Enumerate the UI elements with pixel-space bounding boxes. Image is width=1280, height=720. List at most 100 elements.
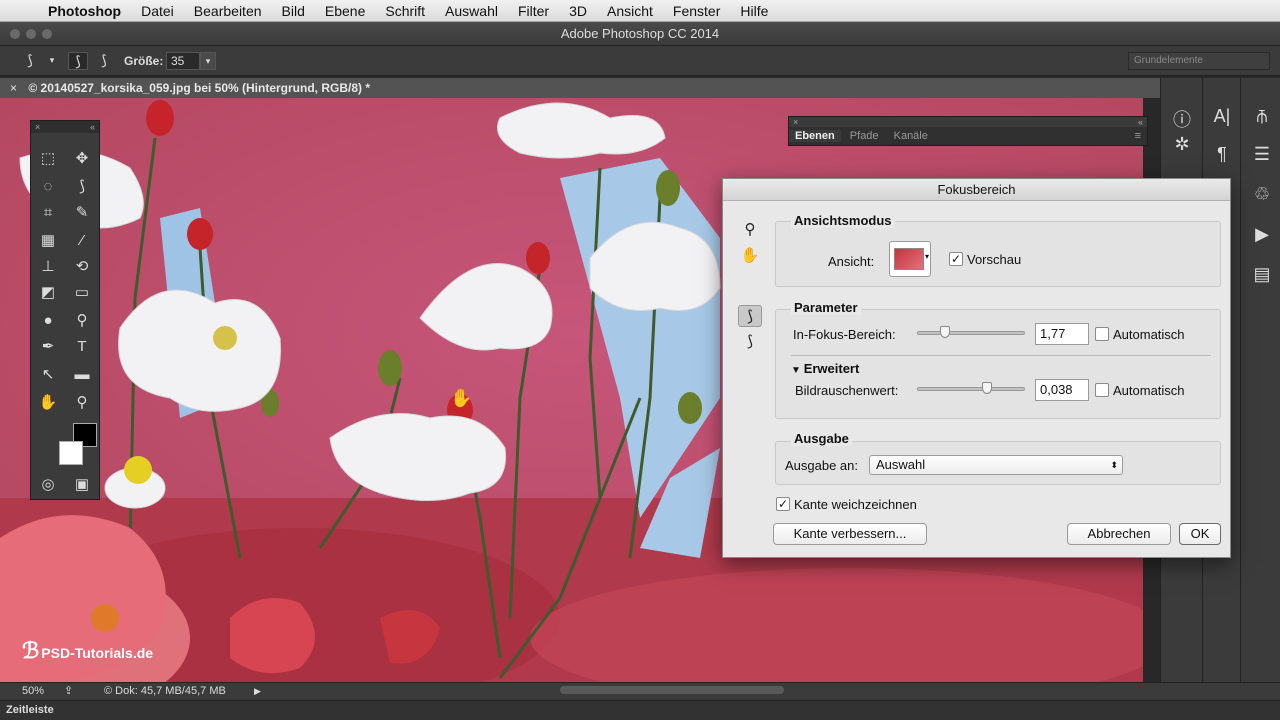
add-to-selection-brush-icon[interactable]: ⟆ [68, 52, 88, 70]
menu-bearbeiten[interactable]: Bearbeiten [194, 3, 262, 19]
gradient-tool-icon[interactable]: ▭ [71, 283, 93, 303]
lasso-tool-icon[interactable]: ◌ [37, 177, 59, 197]
character-icon[interactable]: A| [1207, 106, 1237, 127]
ok-button[interactable]: OK [1179, 523, 1221, 545]
menu-filter[interactable]: Filter [518, 3, 549, 19]
hand-tool-icon[interactable]: ✋ [37, 393, 59, 413]
noise-level-slider-knob[interactable] [981, 382, 992, 394]
menu-3d[interactable]: 3D [569, 3, 587, 19]
in-focus-auto-checkbox[interactable] [1095, 327, 1109, 341]
tools-panel-header[interactable]: × « [31, 121, 99, 133]
menu-ebene[interactable]: Ebene [325, 3, 365, 19]
view-mode-selector[interactable]: ▾ [889, 241, 931, 277]
tool-presets-icon[interactable]: ⫚ [1247, 106, 1277, 127]
minimize-window-button[interactable] [26, 29, 36, 39]
options-bar: ⟆ ▾ ⟆ ⟆ Größe: 35 ▾ Grundelemente [0, 46, 1280, 76]
subtract-from-selection-brush-icon[interactable]: ⟆ [94, 52, 114, 70]
info-icon[interactable]: ⓘ [1167, 106, 1197, 132]
focus-area-add-tool-icon[interactable]: ⟆ [738, 305, 762, 327]
workspace-label: Grundelemente [1134, 55, 1203, 66]
collapse-panel-icon[interactable]: « [1138, 117, 1143, 127]
zoom-level[interactable]: 50% [22, 683, 44, 700]
cancel-button[interactable]: Abbrechen [1067, 523, 1171, 545]
menu-hilfe[interactable]: Hilfe [740, 3, 768, 19]
quick-selection-tool-preset-icon[interactable]: ⟆ [20, 52, 40, 70]
layers-panel: × « Ebenen Pfade Kanäle ≡ [788, 116, 1148, 146]
eyedropper-tool-icon[interactable]: ✎ [71, 203, 93, 223]
close-panel-icon[interactable]: × [793, 117, 798, 127]
mac-menubar: Photoshop Datei Bearbeiten Bild Ebene Sc… [0, 0, 1280, 22]
output-to-value: Auswahl [876, 457, 926, 472]
soften-edge-label: Kante weichzeichnen [794, 497, 917, 512]
screen-mode-icon[interactable]: ▣ [71, 475, 93, 495]
status-menu-arrow-icon[interactable]: ▶ [254, 683, 261, 700]
timeline-panel-tab[interactable]: Zeitleiste [0, 700, 1280, 720]
refine-edge-button[interactable]: Kante verbessern... [773, 523, 927, 545]
soften-edge-checkbox[interactable]: ✓ [776, 497, 790, 511]
history-brush-tool-icon[interactable]: ⟲ [71, 257, 93, 277]
path-selection-tool-icon[interactable]: ↖ [37, 365, 59, 385]
healing-brush-tool-icon[interactable]: ▦ [37, 231, 59, 251]
menu-auswahl[interactable]: Auswahl [445, 3, 498, 19]
dodge-tool-icon[interactable]: ⚲ [71, 311, 93, 331]
zoom-tool-icon[interactable]: ⚲ [71, 393, 93, 413]
quick-selection-tool-icon[interactable]: ⟆ [71, 177, 93, 197]
tab-kanaele[interactable]: Kanäle [888, 130, 934, 142]
in-focus-range-slider[interactable] [917, 326, 1025, 338]
document-tab[interactable]: × © 20140527_korsika_059.jpg bei 50% (Hi… [0, 78, 1160, 98]
in-focus-range-slider-knob[interactable] [939, 326, 950, 338]
crop-tool-icon[interactable]: ⌗ [37, 203, 59, 223]
paragraph-icon[interactable]: ¶ [1207, 144, 1237, 165]
zoom-tool-icon[interactable]: ⚲ [738, 219, 762, 241]
close-document-icon[interactable]: × [10, 81, 17, 95]
panel-menu-icon[interactable]: ≡ [1135, 127, 1141, 145]
zoom-window-button[interactable] [42, 29, 52, 39]
menu-bild[interactable]: Bild [282, 3, 305, 19]
advanced-disclosure[interactable]: ▼ Erweitert [791, 361, 859, 376]
rectangle-tool-icon[interactable]: ▬ [71, 365, 93, 385]
brush-tool-icon[interactable]: ⁄ [71, 231, 93, 251]
noise-auto-checkbox[interactable] [1095, 383, 1109, 397]
close-window-button[interactable] [10, 29, 20, 39]
notes-icon[interactable]: ▤ [1247, 264, 1277, 285]
noise-level-input[interactable]: 0,038 [1035, 379, 1089, 401]
menu-app-name[interactable]: Photoshop [48, 3, 121, 19]
marquee-tool-icon[interactable]: ⬚ [37, 149, 59, 169]
focus-area-dialog: Fokusbereich ⚲ ✋ ⟆ ⟆ Ansichtsmodus Ansic… [722, 178, 1231, 558]
menu-ansicht[interactable]: Ansicht [607, 3, 653, 19]
preview-checkbox[interactable]: ✓ [949, 252, 963, 266]
quick-mask-icon[interactable]: ◎ [37, 475, 59, 495]
adjustments-icon[interactable]: ☰ [1247, 144, 1277, 165]
brush-size-input[interactable]: 35 [166, 52, 200, 70]
menu-datei[interactable]: Datei [141, 3, 174, 19]
clone-stamp-tool-icon[interactable]: ⊥ [37, 257, 59, 277]
focus-area-subtract-tool-icon[interactable]: ⟆ [738, 331, 762, 353]
clone-source-icon[interactable]: ♲ [1247, 184, 1277, 205]
menu-fenster[interactable]: Fenster [673, 3, 720, 19]
tab-ebenen[interactable]: Ebenen [789, 130, 841, 142]
chevron-down-icon[interactable]: ▾ [42, 55, 62, 73]
tab-pfade[interactable]: Pfade [844, 130, 885, 142]
share-icon[interactable]: ⇪ [64, 683, 73, 700]
output-to-label: Ausgabe an: [785, 458, 859, 473]
blur-tool-icon[interactable]: ● [37, 311, 59, 331]
view-mode-heading: Ansichtsmodus [791, 213, 895, 228]
noise-level-slider[interactable] [917, 382, 1025, 394]
layers-tab-row: Ebenen Pfade Kanäle ≡ [789, 127, 1147, 145]
output-to-select[interactable]: Auswahl ⬍ [869, 455, 1123, 475]
horizontal-scrollbar[interactable] [560, 686, 784, 694]
size-dropdown-chevron-icon[interactable]: ▾ [200, 52, 216, 70]
move-tool-icon[interactable]: ✥ [71, 149, 93, 169]
workspace-switcher[interactable]: Grundelemente [1128, 52, 1270, 70]
eraser-tool-icon[interactable]: ◩ [37, 283, 59, 303]
navigator-icon[interactable]: ✲ [1167, 134, 1197, 155]
actions-play-icon[interactable]: ▶ [1247, 224, 1277, 245]
hand-tool-icon[interactable]: ✋ [738, 245, 762, 267]
menu-schrift[interactable]: Schrift [385, 3, 425, 19]
background-color-swatch[interactable] [59, 441, 83, 465]
panel-dock-3: ⫚ ☰ ♲ ▶ ▤ [1240, 78, 1280, 682]
in-focus-range-input[interactable]: 1,77 [1035, 323, 1089, 345]
type-tool-icon[interactable]: T [71, 337, 93, 357]
pen-tool-icon[interactable]: ✒ [37, 337, 59, 357]
triangle-down-icon: ▼ [791, 365, 804, 376]
